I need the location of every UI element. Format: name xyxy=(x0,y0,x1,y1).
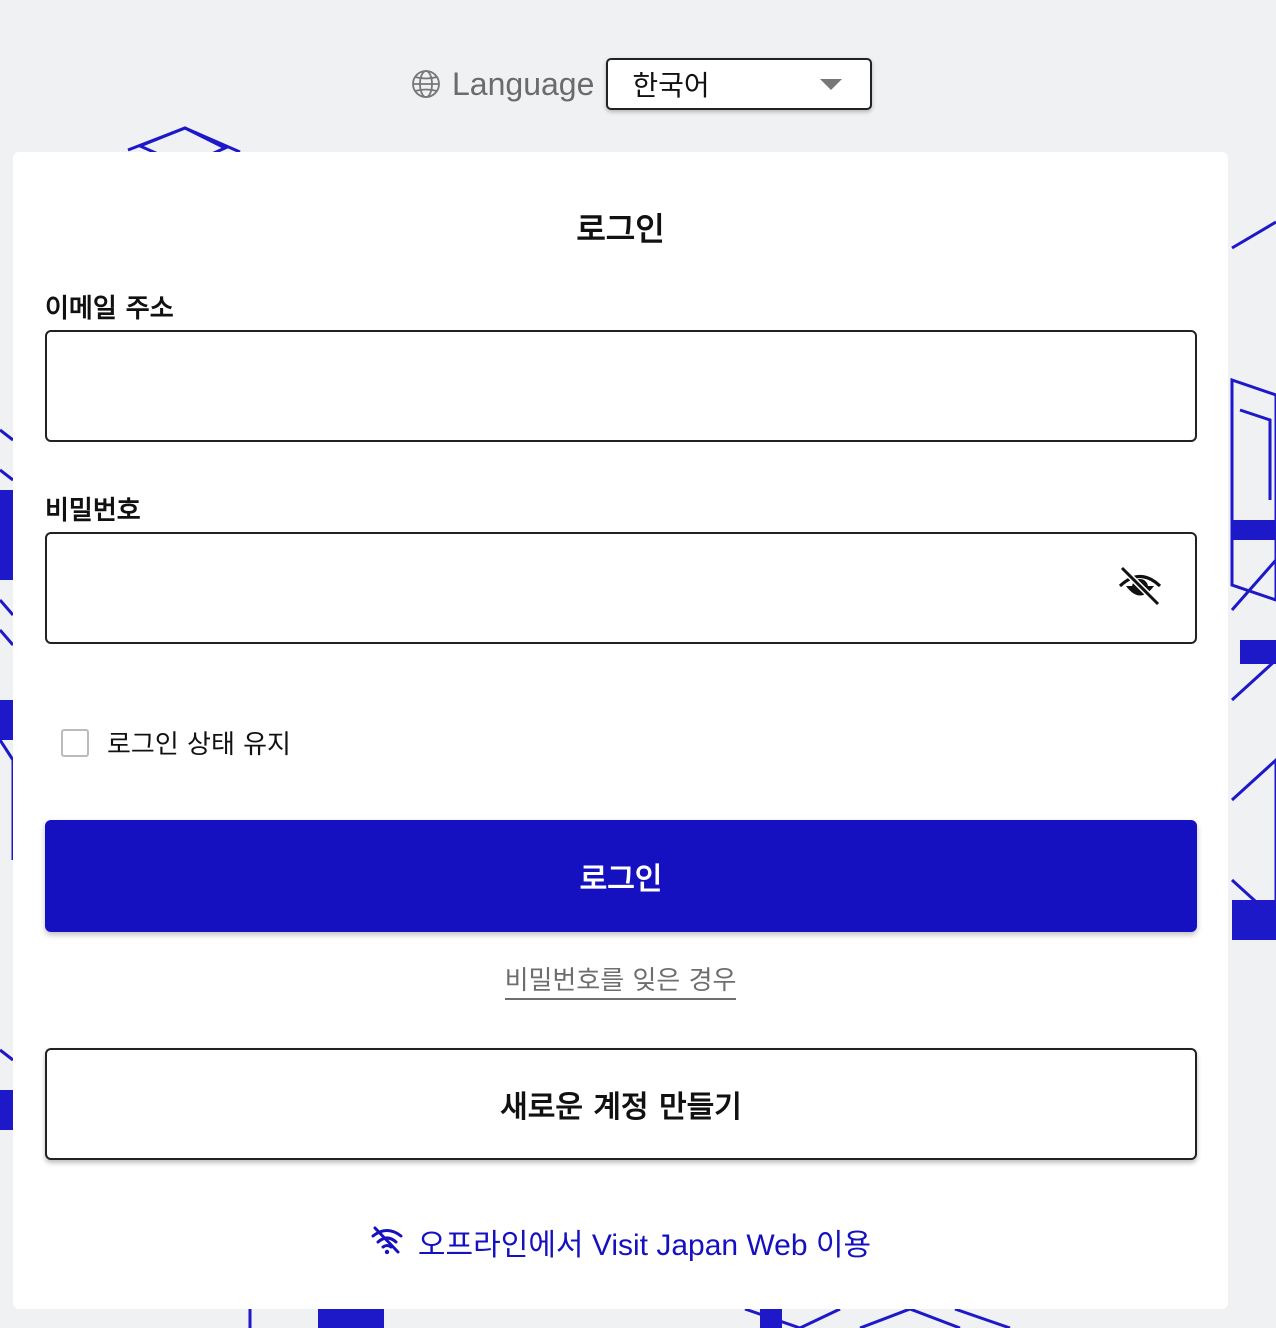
password-field[interactable] xyxy=(45,532,1197,644)
language-bar: Language 한국어 xyxy=(410,56,873,112)
forgot-password-link[interactable]: 비밀번호를 잊은 경우 xyxy=(504,966,737,1000)
offline-link[interactable]: 오프라인에서 Visit Japan Web 이용 xyxy=(370,1220,871,1264)
page: Language 한국어 로그인 이메일 주소 비밀번호 로그인 상태 유지 로… xyxy=(0,0,1276,1328)
language-select-value: 한국어 xyxy=(632,69,710,102)
wifi-off-icon xyxy=(370,1225,404,1259)
eye-off-icon[interactable] xyxy=(1116,562,1164,610)
keep-signed-in-row: 로그인 상태 유지 xyxy=(61,724,291,761)
page-title: 로그인 xyxy=(576,210,665,248)
language-select[interactable]: 한국어 xyxy=(606,58,873,110)
password-label: 비밀번호 xyxy=(45,496,141,526)
keep-signed-in-checkbox[interactable] xyxy=(61,728,89,757)
chevron-down-icon xyxy=(820,78,843,90)
globe-icon xyxy=(410,68,442,100)
login-card: 로그인 이메일 주소 비밀번호 로그인 상태 유지 로그인 비밀번호를 잊은 경… xyxy=(13,152,1228,1309)
email-field[interactable] xyxy=(45,330,1197,442)
offline-label: 오프라인에서 Visit Japan Web 이용 xyxy=(417,1229,872,1262)
offline-row: 오프라인에서 Visit Japan Web 이용 xyxy=(13,1220,1228,1264)
keep-signed-in-label[interactable]: 로그인 상태 유지 xyxy=(107,724,291,761)
login-button[interactable]: 로그인 xyxy=(45,820,1197,932)
create-account-button[interactable]: 새로운 계정 만들기 xyxy=(45,1048,1197,1160)
language-label: Language xyxy=(452,65,595,102)
email-label: 이메일 주소 xyxy=(45,294,174,324)
forgot-password-row: 비밀번호를 잊은 경우 xyxy=(13,960,1228,1000)
